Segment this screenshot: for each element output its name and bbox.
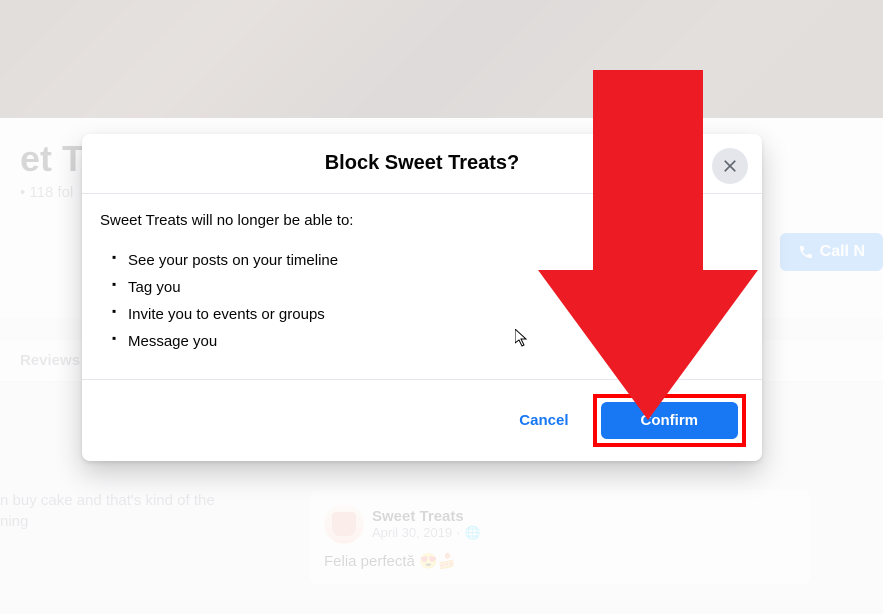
annotation-highlight-box: Confirm	[593, 394, 747, 447]
list-item: Message you	[128, 328, 744, 355]
modal-footer: Cancel Confirm	[82, 380, 762, 461]
list-item: See your posts on your timeline	[128, 247, 744, 274]
modal-title: Block Sweet Treats?	[100, 152, 744, 175]
close-button[interactable]	[712, 148, 748, 184]
modal-intro: Sweet Treats will no longer be able to:	[100, 212, 744, 229]
list-item: Invite you to events or groups	[128, 301, 744, 328]
confirm-button[interactable]: Confirm	[601, 402, 739, 439]
cancel-button[interactable]: Cancel	[501, 402, 586, 439]
modal-body: Sweet Treats will no longer be able to: …	[82, 194, 762, 380]
close-icon	[720, 156, 740, 176]
block-confirm-modal: Block Sweet Treats? Sweet Treats will no…	[82, 134, 762, 461]
modal-header: Block Sweet Treats?	[82, 134, 762, 194]
modal-list: See your posts on your timeline Tag you …	[100, 247, 744, 355]
list-item: Tag you	[128, 274, 744, 301]
